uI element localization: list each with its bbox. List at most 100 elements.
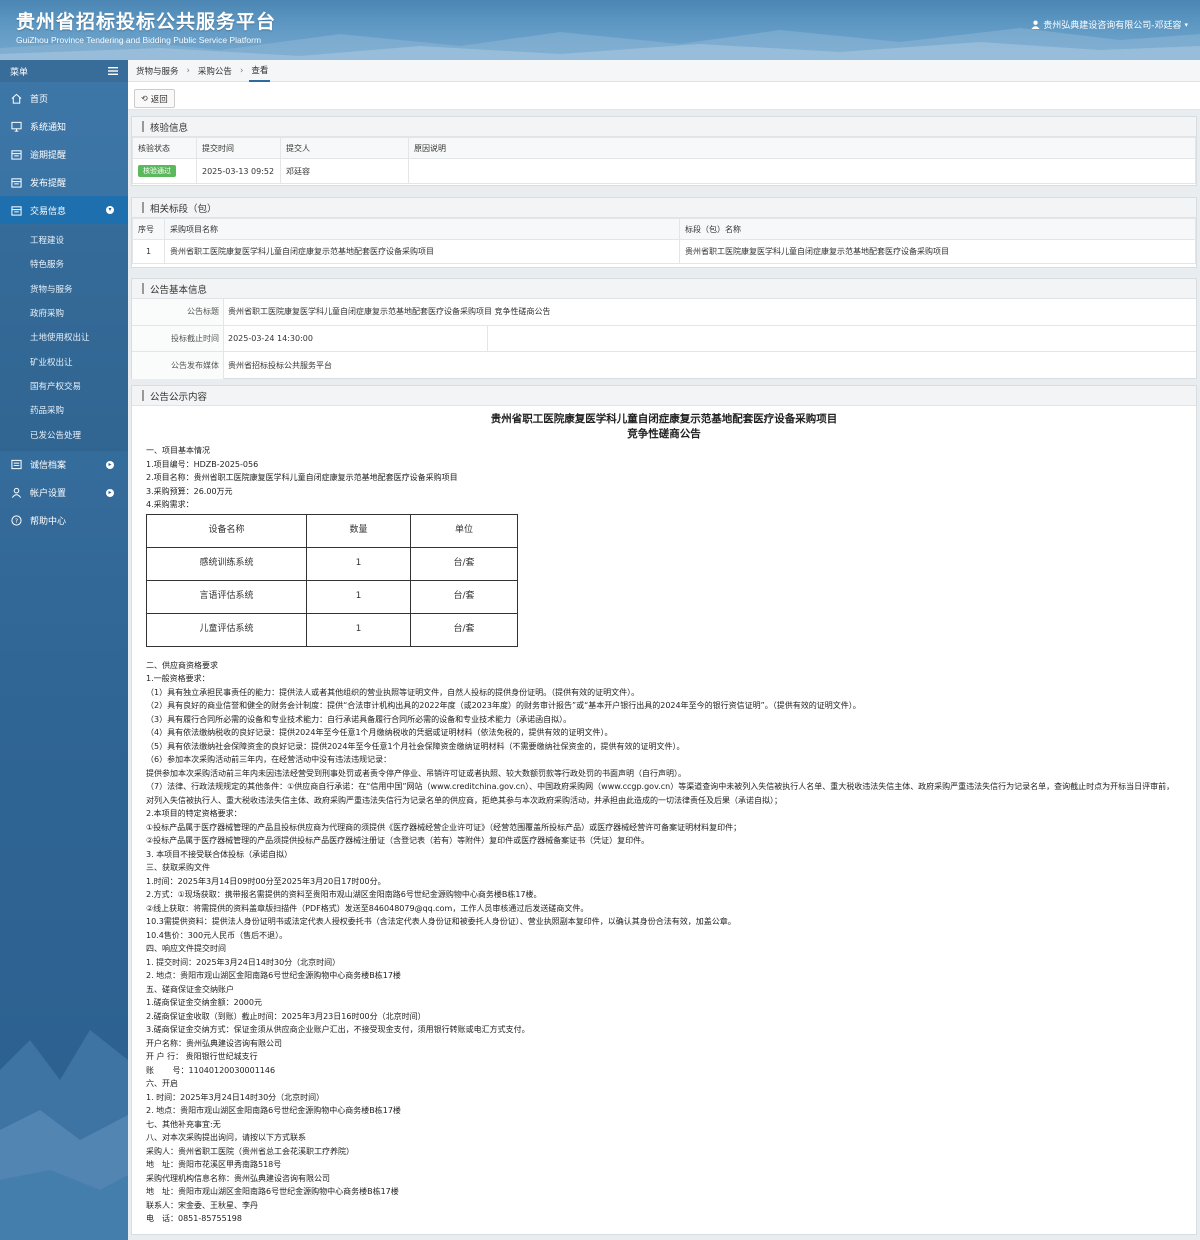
document-line: 电 话：0851-85755198 bbox=[146, 1214, 242, 1223]
info-label: 公告标题 bbox=[132, 299, 224, 325]
column-header: 提交时间 bbox=[196, 137, 281, 159]
info-value: 2025-03-24 14:30:00 bbox=[224, 325, 488, 351]
document-line: 1. 提交时间：2025年3月24日14时30分（北京时间） bbox=[146, 957, 341, 967]
document-line: 3.磋商保证金交纳方式：保证金须从供应商企业账户汇出，不接受现金支付，须用银行转… bbox=[146, 1025, 530, 1034]
table-cell: 1 bbox=[306, 612, 411, 647]
document-line: 六、开启 bbox=[146, 1079, 178, 1088]
user-icon bbox=[1031, 20, 1040, 29]
document-line: （3）具有履行合同所必需的设备和专业技术能力：自行承诺具备履行合同所必需的设备和… bbox=[146, 714, 572, 724]
table-cell: 1 bbox=[306, 579, 411, 614]
chevron-right-icon: ▸ bbox=[106, 460, 114, 469]
document-line: 开 户 行： 贵阳银行世纪城支行 bbox=[146, 1052, 258, 1061]
sections-panel: 相关标段（包） 序号 采购项目名称 标段（包）名称 1 贵州省职工医院康复医学科… bbox=[131, 197, 1197, 268]
menu-toggle-icon[interactable] bbox=[108, 67, 118, 75]
brand[interactable]: 贵州省招标投标公共服务平台 GuiZhou Province Tendering… bbox=[16, 10, 276, 46]
nav-item-home[interactable]: 首页 bbox=[0, 84, 128, 112]
status-badge: 核验通过 bbox=[138, 165, 176, 177]
landscape-decoration bbox=[0, 1030, 128, 1240]
table-cell: 贵州省职工医院康复医学科儿童自闭症康复示范基地配套医疗设备采购项目 bbox=[164, 239, 680, 264]
document-line: 八、对本次采购提出询问，请按以下方式联系 bbox=[146, 1133, 306, 1142]
breadcrumb-item-view[interactable]: 查看 bbox=[249, 60, 271, 82]
table-cell: 台/套 bbox=[410, 546, 518, 581]
document-line: （2）具有良好的商业信誉和健全的财务会计制度：提供“合法审计机构出具的2022年… bbox=[146, 701, 861, 710]
submenu-item-drug-procurement[interactable]: 药品采购 bbox=[0, 398, 128, 422]
submenu-item-state-assets[interactable]: 国有产权交易 bbox=[0, 374, 128, 398]
chevron-down-icon: ▾ bbox=[106, 206, 114, 214]
document-line: 2. 地点：贵阳市观山湖区金阳南路6号世纪金源购物中心商务楼B栋17楼 bbox=[146, 1106, 401, 1115]
user-menu[interactable]: 贵州弘典建设咨询有限公司-邓廷容 ▾ bbox=[1031, 18, 1188, 31]
document-line: 1.项目编号：HDZB-2025-056 bbox=[146, 459, 259, 469]
menu-label: 菜单 bbox=[10, 67, 29, 78]
document-line: ①投标产品属于医疗器械管理的产品且投标供应商为代理商的须提供《医疗器械经营企业许… bbox=[146, 822, 742, 832]
document-subtitle: 竞争性磋商公告 bbox=[627, 428, 701, 440]
submenu-item-goods-services[interactable]: 货物与服务 bbox=[0, 277, 128, 301]
table-cell: 台/套 bbox=[410, 579, 518, 614]
document-line: 2.项目名称：贵州省职工医院康复医学科儿童自闭症康复示范基地配套医疗设备采购项目 bbox=[146, 473, 458, 482]
content-panel-title: 公告公示内容 bbox=[132, 386, 1196, 406]
document-title: 贵州省职工医院康复医学科儿童自闭症康复示范基地配套医疗设备采购项目 bbox=[490, 413, 838, 425]
nav-item-publish-reminder[interactable]: 发布提醒 bbox=[0, 168, 128, 196]
nav-item-label: 发布提醒 bbox=[30, 178, 67, 189]
nav-item-trade-info[interactable]: 交易信息 ▾ bbox=[0, 196, 128, 224]
document-line: 联系人：宋金委、王秋星、李丹 bbox=[146, 1200, 258, 1210]
submenu-item-land-transfer[interactable]: 土地使用权出让 bbox=[0, 325, 128, 349]
submenu-item-special-service[interactable]: 特色服务 bbox=[0, 252, 128, 276]
document-body: 二、供应商资格要求 1.一般资格要求： （1）具有独立承担民事责任的能力：提供法人或… bbox=[146, 659, 1182, 1226]
nav-item-account-settings[interactable]: 帐户设置 ▸ bbox=[0, 479, 128, 507]
table-cell: 1 bbox=[306, 546, 411, 581]
nav-item-help-center[interactable]: ? 帮助中心 bbox=[0, 507, 128, 535]
nav-item-system-notice[interactable]: 系统通知 bbox=[0, 112, 128, 140]
info-row: 投标截止时间 2025-03-24 14:30:00 bbox=[132, 325, 1196, 352]
table-cell: 邓廷容 bbox=[280, 158, 409, 184]
list-icon bbox=[10, 459, 22, 471]
help-icon: ? bbox=[10, 515, 22, 527]
document-line: 二、供应商资格要求 bbox=[146, 660, 218, 670]
nav-item-label: 逾期提醒 bbox=[30, 150, 67, 161]
menu-header: 菜单 bbox=[0, 60, 128, 82]
document-line: 1.一般资格要求： bbox=[146, 674, 210, 683]
info-row: 公告标题 贵州省职工医院康复医学科儿童自闭症康复示范基地配套医疗设备采购项目 竞… bbox=[132, 299, 1196, 326]
submenu-item-mining-rights[interactable]: 矿业权出让 bbox=[0, 349, 128, 373]
content-panel: 公告公示内容 贵州省职工医院康复医学科儿童自闭症康复示范基地配套医疗设备采购项目… bbox=[131, 385, 1197, 1235]
document-intro: 一、项目基本情况 1.项目编号：HDZB-2025-056 2.项目名称：贵州省职工… bbox=[146, 444, 1182, 512]
document-line: 账 号：11040120030001146 bbox=[146, 1065, 276, 1075]
document-line: 三、获取采购文件 bbox=[146, 863, 210, 872]
verify-panel-title: 核验信息 bbox=[132, 117, 1196, 137]
breadcrumb-item-procurement-notice[interactable]: 采购公告 bbox=[196, 60, 234, 82]
document-line: ②线上获取：将需提供的资料盖章版扫描件（PDF格式）发送至846048079@q… bbox=[146, 903, 589, 913]
back-button[interactable]: ⟲ 返回 bbox=[134, 89, 175, 108]
document-line: （5）具有依法缴纳社会保障资金的良好记录：提供2024年至今任意1个月社会保障资… bbox=[146, 741, 685, 751]
calendar-icon bbox=[10, 148, 22, 160]
site-subtitle: GuiZhou Province Tendering and Bidding P… bbox=[16, 35, 262, 45]
nav-item-credit-archive[interactable]: 诚信档案 ▸ bbox=[0, 451, 128, 479]
document-line: 采购代理机构信息名称：贵州弘典建设咨询有限公司 bbox=[146, 1173, 330, 1183]
column-header: 标段（包）名称 bbox=[679, 218, 1196, 240]
document-line: 10.4售价：300元人民币（售后不退）。 bbox=[146, 930, 288, 940]
verify-panel: 核验信息 核验状态 提交时间 提交人 原因说明 核验通过 2025-03-13 … bbox=[131, 116, 1197, 186]
breadcrumb: 货物与服务 › 采购公告 › 查看 bbox=[128, 60, 1200, 82]
table-cell: 台/套 bbox=[410, 612, 518, 647]
nav-item-label: 诚信档案 bbox=[30, 461, 67, 472]
nav-item-label: 帐户设置 bbox=[30, 489, 67, 500]
document-line: 2.磋商保证金收取（到账）截止时间：2025年3月23日16时00分（北京时间） bbox=[146, 1011, 426, 1021]
nav-item-label: 首页 bbox=[30, 94, 49, 105]
document-line: 1.磋商保证金交纳金额：2000元 bbox=[146, 998, 262, 1007]
breadcrumb-separator-icon: › bbox=[239, 65, 244, 76]
chevron-right-icon: ▸ bbox=[106, 488, 114, 497]
table-cell: 核验通过 bbox=[132, 158, 197, 184]
document-line: 3. 本项目不接受联合体投标（承诺自拟） bbox=[146, 849, 293, 859]
document-line: 一、项目基本情况 bbox=[146, 446, 210, 455]
nav-item-overdue-reminder[interactable]: 逾期提醒 bbox=[0, 140, 128, 168]
document-line: （4）具有依法缴纳税收的良好记录：提供2024年至今任意1个月缴纳税收的凭据或证… bbox=[146, 728, 613, 737]
toolbar: ⟲ 返回 bbox=[128, 82, 1200, 110]
document-line: （1）具有独立承担民事责任的能力：提供法人或者其他组织的营业执照等证明文件，自然… bbox=[146, 687, 640, 697]
submenu-item-gov-procurement[interactable]: 政府采购 bbox=[0, 301, 128, 325]
breadcrumb-item-goods-services[interactable]: 货物与服务 bbox=[134, 60, 181, 82]
submenu-item-published-notices[interactable]: 已发公告处理 bbox=[0, 422, 128, 446]
submenu-item-engineering[interactable]: 工程建设 bbox=[0, 228, 128, 252]
document-line: 10.3需提供资料：提供法人身份证明书或法定代表人授权委托书（含法定代表人身份证… bbox=[146, 917, 736, 926]
breadcrumb-separator-icon: › bbox=[186, 65, 190, 76]
monitor-icon bbox=[10, 120, 22, 132]
info-label: 公告发布媒体 bbox=[132, 352, 224, 379]
calendar-icon bbox=[10, 176, 22, 188]
